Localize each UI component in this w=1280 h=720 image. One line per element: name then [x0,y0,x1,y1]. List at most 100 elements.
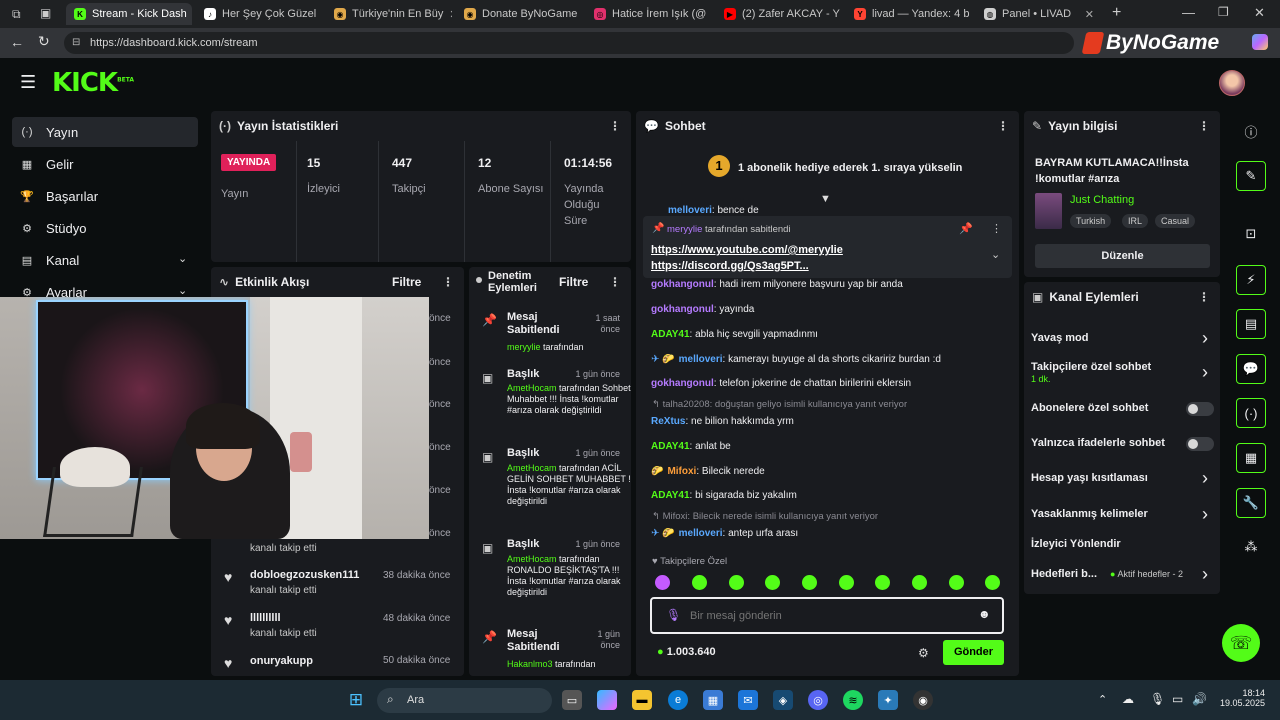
reply-context[interactable]: ↰ Mifoxi: Bilecik nerede isimli kullanıc… [652,511,878,522]
chevron-right-icon[interactable]: › [1202,468,1208,489]
close-tab-icon[interactable]: ✕ [449,8,452,21]
menu-icon[interactable]: ☰ [20,72,36,93]
tray-chevron-icon[interactable]: ⌃ [1098,693,1107,706]
url-field[interactable]: ⊟ https://dashboard.kick.com/stream [64,32,1074,54]
avatar[interactable] [1219,70,1245,96]
chat-user[interactable]: melloveri [679,354,723,365]
emote-icon[interactable] [765,575,780,590]
mail-icon[interactable]: ✉ [738,690,758,710]
activity-more-icon[interactable]: ⋮ [442,275,454,289]
steam-icon[interactable]: ◈ [773,690,793,710]
store-icon[interactable]: ▦ [703,690,723,710]
onedrive-icon[interactable]: ☁ [1122,692,1134,706]
emote-icon[interactable] [839,575,854,590]
file-explorer-icon[interactable]: ▬ [632,690,652,710]
channel-action-row[interactable]: Yasaklanmış kelimeler [1031,508,1148,520]
chevron-right-icon[interactable]: › [1202,564,1208,585]
pinned-more-icon[interactable]: ⋮ [991,222,1002,235]
chat-user[interactable]: gokhangonul [651,378,714,389]
discord-icon[interactable]: ◎ [808,690,828,710]
quick-actions-icon[interactable]: ⚡ [1236,265,1266,295]
channel-action-row[interactable]: Takipçilere özel sohbet [1031,361,1151,373]
moderation-more-icon[interactable]: ⋮ [609,275,621,289]
mod-action-user[interactable]: AmetHocam [507,554,557,564]
stats-more-icon[interactable]: ⋮ [609,119,621,133]
browser-tab[interactable]: ▶(2) Zafer AKCAY - Y✕ [716,3,842,25]
channel-action-row[interactable]: Yalnızca ifadelerle sohbet [1031,437,1165,449]
task-view-icon[interactable]: ▭ [562,690,582,710]
emoji-icon[interactable]: ☻ [978,607,991,621]
chat-settings-icon[interactable]: ⚙ [918,646,929,660]
maximize-icon[interactable]: ❐ [1218,5,1229,19]
chevron-right-icon[interactable]: › [1202,362,1208,383]
emote-icon[interactable] [692,575,707,590]
mic-icon[interactable]: 🎙 [666,608,681,622]
kick-logo[interactable]: KICKBETA [52,68,134,98]
collapse-pin-icon[interactable]: ▼ [820,193,831,205]
network-icon[interactable]: ▭ [1172,692,1183,706]
browser-tab[interactable]: KStream - Kick Dash✕ [66,3,192,25]
spotify-icon[interactable]: ≋ [843,690,863,710]
chat-user[interactable]: ADAY41 [651,441,690,452]
sidebar-item[interactable]: ▦ Gelir [12,149,198,179]
chat-input-field[interactable] [690,607,970,625]
tab-actions-icon[interactable]: ▣ [40,6,51,20]
chat-user[interactable]: Mifoxi [667,466,696,477]
channel-action-row[interactable]: Abonelere özel sohbet [1031,402,1148,414]
sidebar-item[interactable]: 🏆 Başarılar [12,181,198,211]
tag[interactable]: Turkish [1070,214,1112,228]
layout-icon[interactable]: ▦ [1236,443,1266,473]
sidebar-item[interactable]: ▤ Kanal ⌄ [12,245,198,275]
browser-tab[interactable]: Ylivad — Yandex: 4 b✕ [846,3,972,25]
expand-pinned-icon[interactable]: ⌄ [991,248,1000,261]
chevron-right-icon[interactable]: › [1202,328,1208,349]
support-icon[interactable]: ☏ [1222,624,1260,662]
emote-icon[interactable] [802,575,817,590]
app-icon[interactable]: ✦ [878,690,898,710]
chevron-right-icon[interactable]: › [1202,504,1208,525]
new-tab-icon[interactable]: + [1112,4,1121,22]
browser-tab[interactable]: ◉Donate ByNoGame✕ [456,3,582,25]
tools-icon[interactable]: 🔧 [1236,488,1266,518]
emote-icon[interactable] [985,575,1000,590]
chat-user[interactable]: gokhangonul [651,279,714,290]
sidebar-item[interactable]: ⚙ Stüdyo [12,213,198,243]
emote-icon[interactable] [875,575,890,590]
gift-banner[interactable]: 1 abonelik hediye ederek 1. sıraya yükse… [738,162,962,174]
browser-tab[interactable]: ◍ Panel • LIVAD ✕ [976,3,1102,25]
chat-more-icon[interactable]: ⋮ [997,119,1009,133]
mic-tray-icon[interactable]: 🎙 [1150,692,1165,706]
copilot-icon[interactable] [1252,34,1268,50]
chat-user[interactable]: ReXtus [651,416,685,427]
mod-action-user[interactable]: meryylie [507,342,541,352]
tag[interactable]: Casual [1155,214,1196,228]
sidebar-item[interactable]: (·) Yayın [12,117,198,147]
pinned-link[interactable]: https://discord.gg/Qs3ag5PT... [651,260,809,272]
pinned-link[interactable]: https://www.youtube.com/@meryylie [651,244,843,256]
emote-icon[interactable] [949,575,964,590]
mod-action-user[interactable]: AmetHocam [507,463,557,473]
chat-user[interactable]: gokhangonul [651,304,714,315]
tag[interactable]: IRL [1122,214,1149,228]
info-icon[interactable]: ⓘ [1236,116,1266,146]
category-link[interactable]: Just Chatting [1070,194,1134,206]
taskbar-search[interactable]: ⌕ Ara [377,688,552,713]
pinned-user[interactable]: meryylie [667,224,702,235]
reply-context[interactable]: ↰ talha20208: doğuştan geliyo isimli kul… [652,399,907,410]
clock[interactable]: 18:14 19.05.2025 [1220,688,1265,708]
obs-icon[interactable]: ◉ [913,690,933,710]
edit-button[interactable]: Düzenle [1035,244,1210,268]
windows-start-icon[interactable]: ⊞ [346,690,366,710]
activity-user[interactable]: llllllllll [250,612,281,624]
browser-tab[interactable]: ◎Hatice İrem Işık (@✕ [586,3,712,25]
chat-user[interactable]: ADAY41 [651,490,690,501]
chat-input[interactable]: 🎙 ☻ [650,597,1004,634]
mod-action-user[interactable]: Hakanlmo3 [507,659,553,669]
emote-icon[interactable] [912,575,927,590]
close-window-icon[interactable]: ✕ [1254,5,1265,21]
chat-user[interactable]: ADAY41 [651,329,690,340]
unpin-icon[interactable]: 📌 [959,222,973,235]
edit-icon[interactable]: ✎ [1236,161,1266,191]
moderation-filter-button[interactable]: Filtre [559,275,588,289]
send-button[interactable]: Gönder [943,640,1004,665]
